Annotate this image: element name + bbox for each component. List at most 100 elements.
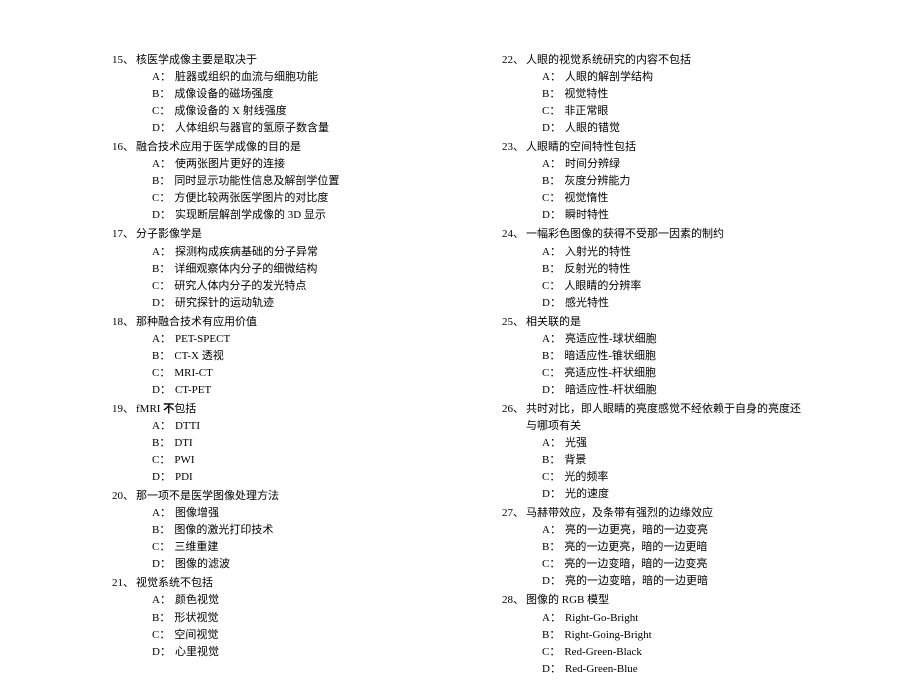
option: B：同时显示功能性信息及解剖学位置 (110, 173, 420, 190)
option-label: C： (542, 469, 564, 486)
option-label: C： (542, 365, 564, 382)
question: 16、融合技术应用于医学成像的目的是A：使两张图片更好的连接B：同时显示功能性信… (110, 139, 420, 224)
question-text: 分子影像学是 (136, 226, 420, 243)
option: D：人眼的错觉 (500, 120, 810, 137)
option-label: C： (152, 103, 174, 120)
question-text: 一幅彩色图像的获得不受那一因素的制约 (526, 226, 810, 243)
option-label: A： (542, 244, 565, 261)
question-text: fMRI 不包括 (136, 401, 420, 418)
option-label: B： (542, 452, 564, 469)
option-label: B： (152, 261, 174, 278)
option: C：PWI (110, 452, 420, 469)
option-text: MRI-CT (174, 365, 420, 382)
question-number: 26、 (500, 401, 526, 435)
option-text: 光的频率 (564, 469, 810, 486)
option-label: B： (542, 173, 564, 190)
option: A：使两张图片更好的连接 (110, 156, 420, 173)
option-label: A： (542, 331, 565, 348)
question-text: 核医学成像主要是取决于 (136, 52, 420, 69)
question-stem: 26、共时对比，即人眼睛的亮度感觉不经依赖于自身的亮度还与哪项有关 (500, 401, 810, 435)
option: D：光的速度 (500, 486, 810, 503)
option-label: A： (152, 244, 175, 261)
option: B：形状视觉 (110, 610, 420, 627)
option-text: Red-Green-Blue (565, 661, 810, 678)
option-text: Right-Going-Bright (564, 627, 810, 644)
option-label: A： (542, 69, 565, 86)
option-text: 人眼的解剖学结构 (565, 69, 810, 86)
option-text: 图像的滤波 (175, 556, 420, 573)
option-text: 视觉惰性 (564, 190, 810, 207)
option-text: 人体组织与器官的氢原子数含量 (175, 120, 420, 137)
option: D：研究探针的运动轨迹 (110, 295, 420, 312)
question: 20、那一项不是医学图像处理方法A：图像增强B：图像的激光打印技术C：三维重建D… (110, 488, 420, 573)
option: A：亮适应性-球状细胞 (500, 331, 810, 348)
option: B：反射光的特性 (500, 261, 810, 278)
option-text: 空间视觉 (174, 627, 420, 644)
option-label: D： (542, 207, 565, 224)
option-label: B： (152, 610, 174, 627)
option: D：瞬时特性 (500, 207, 810, 224)
option-label: D： (152, 207, 175, 224)
option-label: D： (152, 469, 175, 486)
question-text: 马赫带效应，及条带有强烈的边缘效应 (526, 505, 810, 522)
option-text: 亮的一边变暗，暗的一边变亮 (564, 556, 810, 573)
question: 26、共时对比，即人眼睛的亮度感觉不经依赖于自身的亮度还与哪项有关A：光强B：背… (500, 401, 810, 503)
question-stem: 25、相关联的是 (500, 314, 810, 331)
option: C：亮适应性-杆状细胞 (500, 365, 810, 382)
option-text: 背景 (564, 452, 810, 469)
option-text: 成像设备的磁场强度 (174, 86, 420, 103)
option-text: 三维重建 (174, 539, 420, 556)
option: D：CT-PET (110, 382, 420, 399)
option-text: 瞬时特性 (565, 207, 810, 224)
option-label: B： (542, 261, 564, 278)
question-stem: 28、图像的 RGB 模型 (500, 592, 810, 609)
option-label: B： (542, 348, 564, 365)
option-text: CT-X 透视 (174, 348, 420, 365)
option-label: D： (542, 120, 565, 137)
question-text: 视觉系统不包括 (136, 575, 420, 592)
option-text: 亮适应性-杆状细胞 (564, 365, 810, 382)
option-text: 详细观察体内分子的细微结构 (174, 261, 420, 278)
question-stem: 19、fMRI 不包括 (110, 401, 420, 418)
left-column: 15、核医学成像主要是取决于A：脏器或组织的血流与细胞功能B：成像设备的磁场强度… (110, 52, 420, 680)
option-label: B： (152, 173, 174, 190)
question-stem: 27、马赫带效应，及条带有强烈的边缘效应 (500, 505, 810, 522)
question-number: 16、 (110, 139, 136, 156)
option-text: 形状视觉 (174, 610, 420, 627)
option: B：成像设备的磁场强度 (110, 86, 420, 103)
option-text: 视觉特性 (564, 86, 810, 103)
option: D：PDI (110, 469, 420, 486)
option-label: A： (152, 331, 175, 348)
option-label: A： (542, 156, 565, 173)
option-label: A： (542, 522, 565, 539)
option-label: A： (152, 592, 175, 609)
option: B：暗适应性-锥状细胞 (500, 348, 810, 365)
option-label: D： (152, 556, 175, 573)
option: A：颜色视觉 (110, 592, 420, 609)
option: A：亮的一边更亮，暗的一边变亮 (500, 522, 810, 539)
option-label: B： (152, 86, 174, 103)
option: A：DTTI (110, 418, 420, 435)
question: 22、人眼的视觉系统研究的内容不包括A：人眼的解剖学结构B：视觉特性C：非正常眼… (500, 52, 810, 137)
question-stem: 18、那种融合技术有应用价值 (110, 314, 420, 331)
option-text: 人眼睛的分辨率 (564, 278, 810, 295)
option: C：Red-Green-Black (500, 644, 810, 661)
option-label: C： (152, 452, 174, 469)
option-text: 心里视觉 (175, 644, 420, 661)
question-text: 相关联的是 (526, 314, 810, 331)
option: B：背景 (500, 452, 810, 469)
option: A：光强 (500, 435, 810, 452)
option-label: A： (152, 505, 175, 522)
option-label: C： (542, 278, 564, 295)
question: 25、相关联的是A：亮适应性-球状细胞B：暗适应性-锥状细胞C：亮适应性-杆状细… (500, 314, 810, 399)
option: C：非正常眼 (500, 103, 810, 120)
question-text: 人眼睛的空间特性包括 (526, 139, 810, 156)
question: 24、一幅彩色图像的获得不受那一因素的制约A：入射光的特性B：反射光的特性C：人… (500, 226, 810, 311)
option: A：图像增强 (110, 505, 420, 522)
question-text: 融合技术应用于医学成像的目的是 (136, 139, 420, 156)
option-label: C： (542, 190, 564, 207)
question-number: 15、 (110, 52, 136, 69)
option: D：Red-Green-Blue (500, 661, 810, 678)
option-label: D： (542, 295, 565, 312)
question-number: 22、 (500, 52, 526, 69)
